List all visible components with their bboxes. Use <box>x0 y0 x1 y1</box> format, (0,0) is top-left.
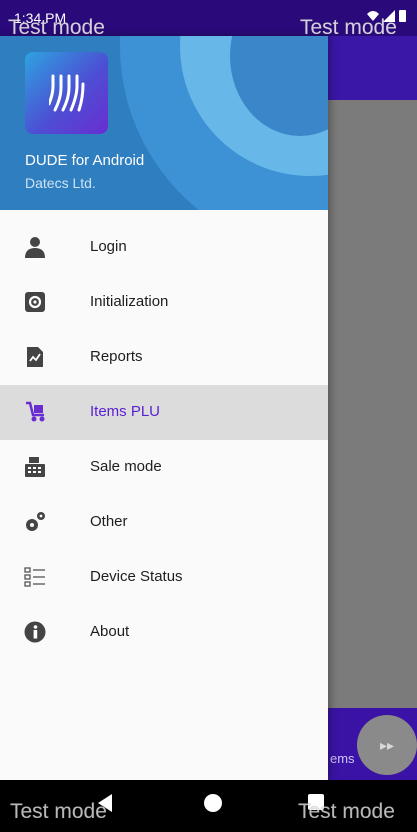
menu-item-items-plu[interactable]: Items PLU <box>0 385 328 440</box>
menu-item-label: Reports <box>90 348 143 365</box>
cash-register-icon <box>25 457 45 477</box>
app-company: Datecs Ltd. <box>25 175 96 191</box>
gears-icon <box>26 512 45 531</box>
test-mode-watermark: Test mode <box>10 800 107 823</box>
drawer-menu: Login Initialization Reports Items PLU S… <box>0 220 328 660</box>
test-mode-watermark: Test mode <box>8 16 105 39</box>
menu-item-label: Items PLU <box>90 403 161 420</box>
menu-item-label: About <box>90 623 130 640</box>
user-icon <box>25 237 45 258</box>
home-icon[interactable] <box>204 794 222 812</box>
bottom-bar-label: ems <box>330 751 355 766</box>
cart-icon <box>26 401 45 422</box>
fast-forward-icon: ▸▸ <box>379 736 395 753</box>
menu-item-label: Login <box>90 238 127 255</box>
navigation-drawer: DUDE for Android Datecs Ltd. Login Initi… <box>0 36 328 780</box>
menu-item-label: Device Status <box>90 568 183 585</box>
menu-item-reports[interactable]: Reports <box>0 330 328 385</box>
fab-button[interactable]: ▸▸ <box>357 715 417 775</box>
gear-icon <box>25 292 45 312</box>
menu-item-login[interactable]: Login <box>0 220 328 275</box>
menu-item-label: Sale mode <box>90 458 162 475</box>
menu-item-sale-mode[interactable]: Sale mode <box>0 440 328 495</box>
report-icon <box>27 347 43 367</box>
test-mode-watermark: Test mode <box>298 800 395 823</box>
menu-item-initialization[interactable]: Initialization <box>0 275 328 330</box>
menu-item-other[interactable]: Other <box>0 495 328 550</box>
menu-item-device-status[interactable]: Device Status <box>0 550 328 605</box>
menu-item-label: Other <box>90 513 128 530</box>
info-icon <box>24 621 46 643</box>
drawer-header: DUDE for Android Datecs Ltd. <box>0 36 328 210</box>
test-mode-watermark: Test mode <box>300 16 397 39</box>
checklist-icon <box>24 567 45 587</box>
app-logo <box>25 52 108 134</box>
app-name: DUDE for Android <box>25 152 145 169</box>
menu-item-label: Initialization <box>90 293 169 310</box>
menu-item-about[interactable]: About <box>0 605 328 660</box>
